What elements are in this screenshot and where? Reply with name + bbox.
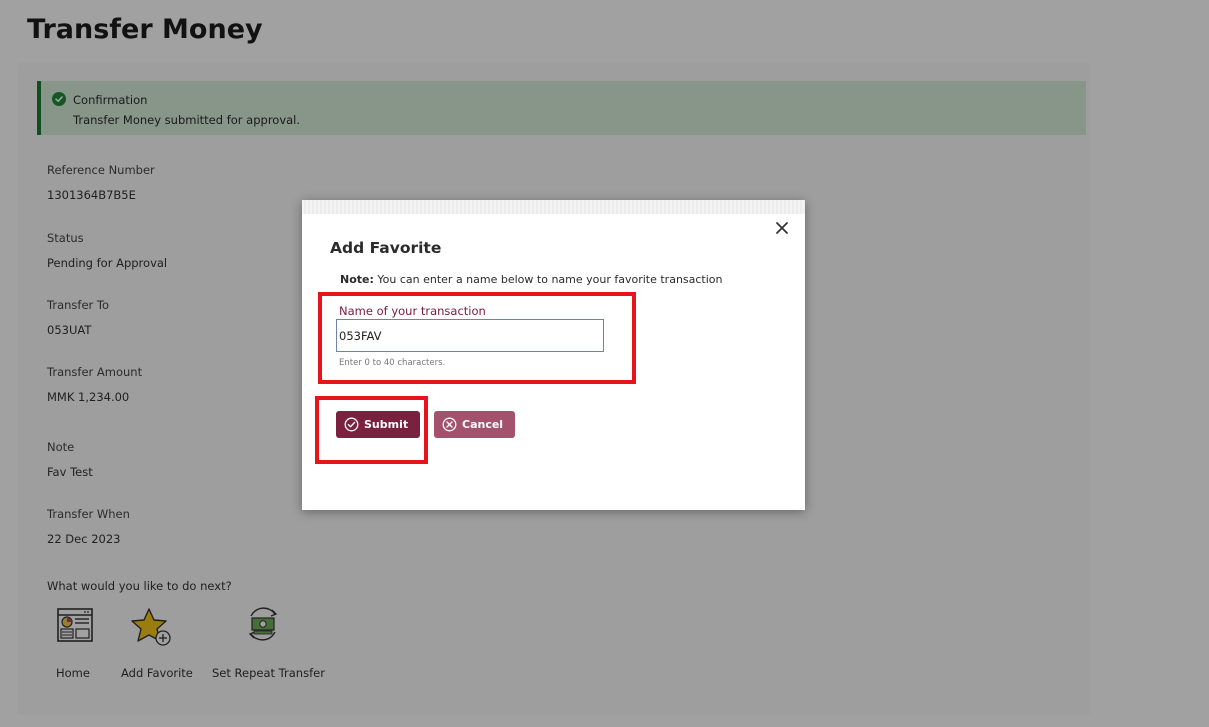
cancel-circle-icon (442, 417, 457, 432)
note-text: You can enter a name below to name your … (373, 273, 723, 286)
modal-note: Note: You can enter a name below to name… (340, 273, 723, 286)
note-prefix: Note: (340, 273, 374, 286)
cancel-button[interactable]: Cancel (434, 411, 515, 438)
annotation-highlight-input (318, 292, 636, 384)
cancel-label: Cancel (462, 418, 504, 431)
modal-header-band (302, 200, 805, 214)
modal-title: Add Favorite (330, 239, 442, 257)
close-icon[interactable] (774, 220, 790, 236)
annotation-highlight-submit (315, 396, 428, 464)
